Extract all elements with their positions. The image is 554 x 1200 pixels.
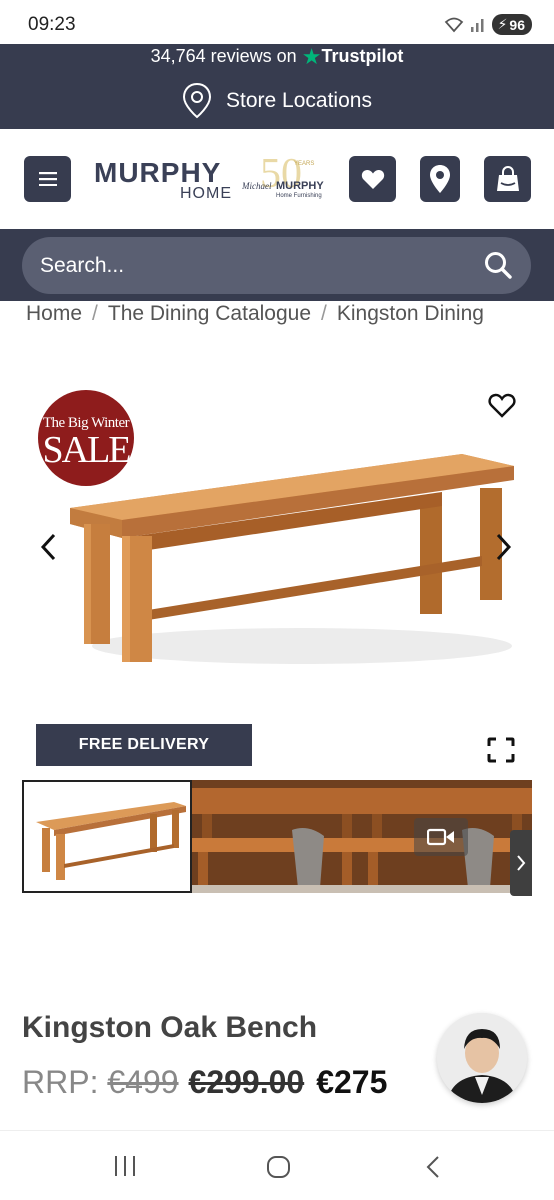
search-icon[interactable] — [483, 250, 513, 280]
logo-michael-text: Michael — [242, 181, 272, 191]
sale-badge-main-text: SALE — [42, 429, 132, 471]
breadcrumb-separator: / — [92, 302, 98, 325]
murphy-home-logo[interactable]: MURPHY HOME 50 YEARS Michael MURPHY Home… — [92, 151, 328, 209]
sale-badge: The Big Winter SALE — [38, 390, 134, 486]
heart-outline-icon[interactable] — [488, 392, 516, 418]
chevron-left-icon[interactable] — [38, 532, 60, 562]
was-price: €299.00 — [188, 1064, 305, 1100]
heart-icon — [361, 169, 384, 189]
cart-button[interactable] — [484, 156, 531, 202]
logo-years-text: YEARS — [294, 161, 314, 167]
recent-apps-icon[interactable] — [113, 1155, 137, 1177]
hamburger-icon — [38, 172, 57, 186]
logo-sub-text: HOME — [180, 185, 232, 202]
store-locator-button[interactable] — [420, 156, 460, 202]
live-chat-avatar[interactable] — [437, 1013, 527, 1103]
reviews-count: 34,764 — [150, 46, 206, 66]
system-nav-bar — [0, 1130, 554, 1200]
thumbnail-strip — [22, 780, 532, 893]
breadcrumb-home[interactable]: Home — [26, 302, 82, 325]
signal-icon — [470, 18, 484, 32]
breadcrumb-separator: / — [321, 302, 327, 325]
search-bar — [0, 229, 554, 301]
breadcrumb-kingston-dining[interactable]: Kingston Dining — [337, 302, 484, 325]
sale-price: €275 — [316, 1064, 388, 1100]
breadcrumb-dining-catalogue[interactable]: The Dining Catalogue — [108, 302, 311, 325]
trustpilot-star-icon: ★ — [301, 44, 322, 66]
battery-level: 96 — [509, 16, 525, 33]
thumbnail-dining-image-1 — [192, 780, 362, 893]
product-main-image[interactable]: The Big Winter SALE — [22, 376, 532, 716]
search-box — [22, 237, 531, 294]
product-title: Kingston Oak Bench — [22, 1011, 318, 1044]
wishlist-button[interactable] — [349, 156, 396, 202]
thumbnail-2[interactable] — [192, 780, 362, 893]
shopping-bag-icon — [496, 166, 519, 191]
reviews-text: reviews on — [210, 46, 297, 66]
home-icon[interactable] — [266, 1155, 292, 1179]
agent-avatar-image — [437, 1013, 527, 1103]
search-input[interactable] — [40, 237, 460, 294]
location-pin-icon — [183, 82, 212, 119]
free-delivery-badge: FREE DELIVERY — [36, 724, 252, 766]
site-header: MURPHY HOME 50 YEARS Michael MURPHY Home… — [0, 129, 554, 229]
status-time: 09:23 — [28, 14, 76, 35]
chevron-right-icon — [517, 855, 526, 871]
thumbnail-1[interactable] — [22, 780, 192, 893]
trustpilot-reviews[interactable]: 34,764 reviews on ★Trustpilot — [0, 44, 554, 66]
fifty-years-logo: 50 YEARS Michael MURPHY Home Furnishing — [242, 151, 324, 199]
top-banner: 34,764 reviews on ★Trustpilot Store Loca… — [0, 44, 554, 129]
status-icons: ⚡ 96 — [444, 14, 532, 35]
menu-button[interactable] — [24, 156, 71, 202]
logo-murphy-text: MURPHY — [276, 180, 324, 192]
store-locations-link[interactable]: Store Locations — [0, 82, 554, 120]
rrp-label: RRP: — [22, 1064, 99, 1100]
thumbnail-next-button[interactable] — [510, 830, 532, 896]
logo-tagline-text: Home Furnishing — [276, 193, 322, 199]
price-row: RRP: €499 €299.00 €275 — [22, 1064, 387, 1101]
map-pin-icon — [430, 165, 450, 193]
chevron-right-icon[interactable] — [492, 532, 514, 562]
rrp-price: €499 — [107, 1064, 179, 1100]
wifi-icon — [444, 17, 463, 32]
back-icon[interactable] — [424, 1155, 442, 1179]
video-play-button[interactable] — [414, 818, 468, 856]
battery-bolt-icon: ⚡ — [497, 16, 508, 32]
store-locations-label: Store Locations — [226, 89, 372, 112]
battery-indicator: ⚡ 96 — [491, 14, 532, 35]
breadcrumb: Home / The Dining Catalogue / Kingston Dinin… — [26, 302, 554, 326]
thumbnail-bench-image — [36, 802, 186, 880]
trustpilot-label: Trustpilot — [321, 46, 404, 66]
status-bar: 09:23 ⚡ 96 — [0, 0, 554, 46]
fullscreen-icon[interactable] — [487, 737, 515, 763]
video-camera-icon — [427, 828, 454, 846]
